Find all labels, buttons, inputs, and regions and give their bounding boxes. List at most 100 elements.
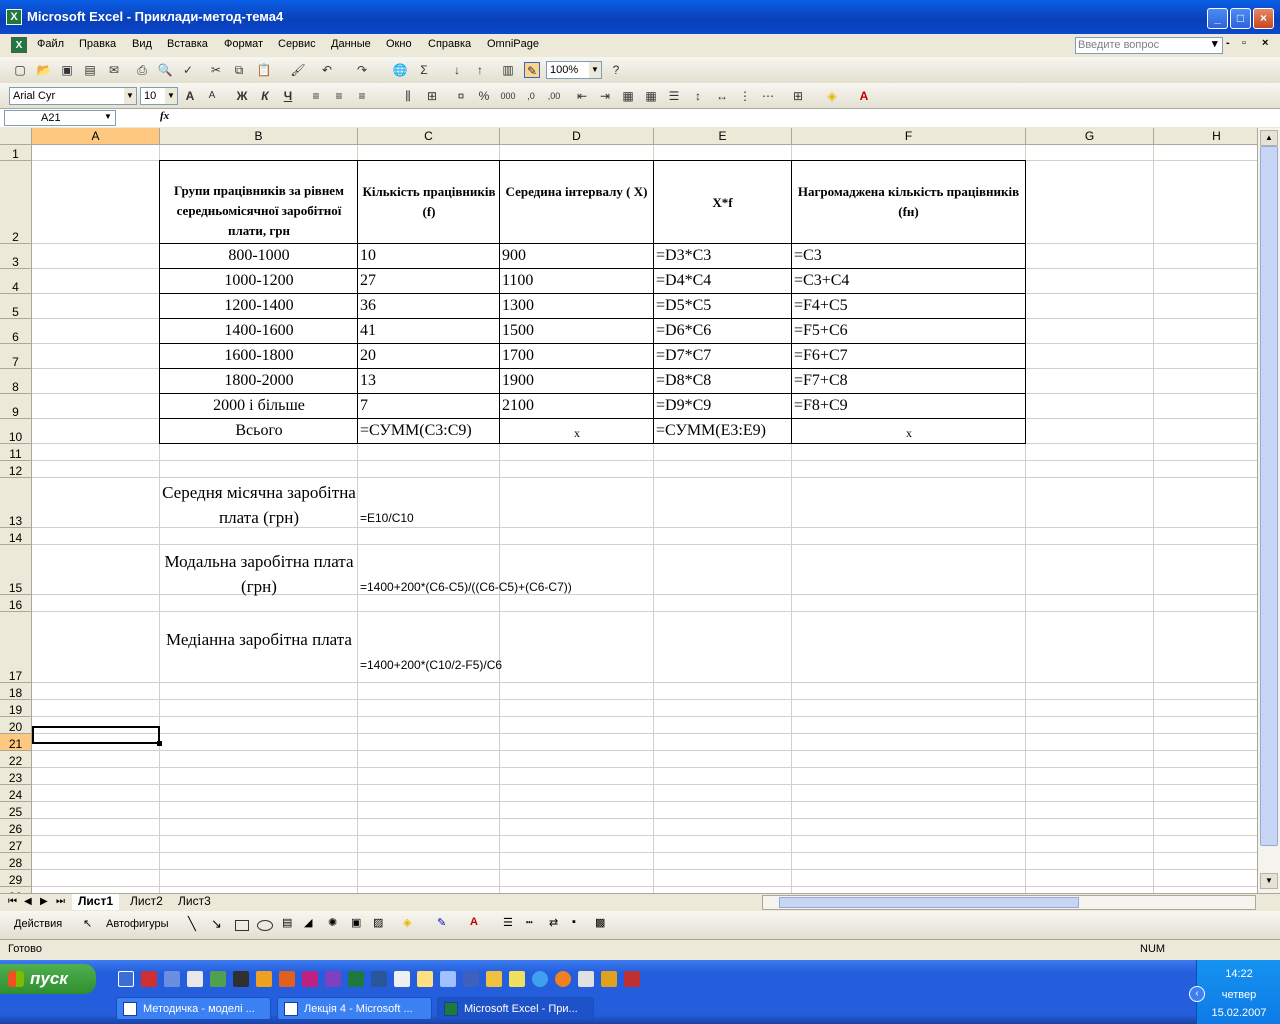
row-header[interactable]: 14 xyxy=(0,528,32,545)
row-header[interactable]: 6 xyxy=(0,319,32,344)
email-icon[interactable]: ✉ xyxy=(106,62,122,78)
doc-minimize-button[interactable]: - xyxy=(1226,37,1230,49)
header-xf[interactable]: X*f xyxy=(654,193,791,213)
quicklaunch-icon[interactable] xyxy=(279,971,295,987)
mode-salary-label[interactable]: Модальна заробітна плата (грн) xyxy=(161,549,357,599)
mean-salary-formula[interactable]: =E10/C10 xyxy=(360,511,414,525)
row-header[interactable]: 24 xyxy=(0,785,32,802)
rows-icon[interactable]: ☰ xyxy=(666,88,682,104)
table-cell[interactable]: 1000-1200 xyxy=(162,272,356,292)
quicklaunch-icon[interactable] xyxy=(233,971,249,987)
sheet-tab-1[interactable]: Лист1 xyxy=(72,894,120,910)
table-icon[interactable]: ▦ xyxy=(620,88,636,104)
font-color-icon[interactable]: A xyxy=(856,88,872,104)
align-left-icon[interactable]: ≡ xyxy=(308,88,324,104)
chevron-down-icon[interactable]: ▼ xyxy=(104,112,112,121)
row-header[interactable]: 11 xyxy=(0,444,32,461)
taskbar-item-lecture[interactable]: Лекція 4 - Microsoft ... xyxy=(277,997,432,1020)
mode-salary-formula[interactable]: =1400+200*(C6-C5)/((C6-C5)+(C6-C7)) xyxy=(360,580,572,594)
sheet-tab-3[interactable]: Лист3 xyxy=(172,894,217,910)
row-header[interactable]: 23 xyxy=(0,768,32,785)
row-header[interactable]: 26 xyxy=(0,819,32,836)
wordart-icon[interactable]: ◢ xyxy=(304,916,312,929)
print-preview-icon[interactable]: 🔍 xyxy=(157,62,173,78)
align-center-icon[interactable]: ≡ xyxy=(331,88,347,104)
table-cell[interactable]: 2000 і більше xyxy=(162,397,356,417)
name-box[interactable]: A21 xyxy=(4,110,116,126)
vertical-scrollbar[interactable]: ▲ ▼ xyxy=(1257,128,1280,893)
row-header[interactable]: 28 xyxy=(0,853,32,870)
table-cell[interactable]: 2100 xyxy=(502,397,652,417)
table-cell[interactable]: 800-1000 xyxy=(162,247,356,267)
excel-icon[interactable]: X xyxy=(6,9,22,25)
quicklaunch-icon[interactable] xyxy=(256,971,272,987)
quicklaunch-icon[interactable] xyxy=(302,971,318,987)
open-icon[interactable]: 📂 xyxy=(36,62,52,78)
prev-sheet-icon[interactable]: ◀ xyxy=(24,896,32,907)
sort-desc-icon[interactable]: ↑ xyxy=(472,62,488,78)
row-header[interactable]: 10 xyxy=(0,419,32,444)
select-all-button[interactable] xyxy=(0,128,32,145)
row-header[interactable]: 9 xyxy=(0,394,32,419)
row-header[interactable]: 13 xyxy=(0,478,32,528)
quicklaunch-icon[interactable] xyxy=(463,971,479,987)
font-select[interactable]: Arial Cyr ▼ xyxy=(9,87,137,105)
header-groups[interactable]: Групи працівників за рівнем середньоміся… xyxy=(161,181,357,241)
quicklaunch-icon[interactable] xyxy=(601,971,617,987)
fill-color-icon[interactable]: ◈ xyxy=(403,916,411,929)
column-header[interactable]: F xyxy=(792,128,1026,145)
sheet-tab-2[interactable]: Лист2 xyxy=(124,894,169,910)
sort-asc-icon[interactable]: ↓ xyxy=(449,62,465,78)
total-cell[interactable]: x xyxy=(502,426,652,446)
new-icon[interactable]: ▢ xyxy=(12,62,28,78)
menu-format[interactable]: Формат xyxy=(224,38,263,50)
quicklaunch-icon[interactable] xyxy=(325,971,341,987)
doc-close-button[interactable]: × xyxy=(1262,37,1268,49)
table-cell[interactable]: =F7+C8 xyxy=(794,372,1024,392)
total-cell[interactable]: Всього xyxy=(162,422,356,442)
row-header[interactable]: 5 xyxy=(0,294,32,319)
maximize-button[interactable]: □ xyxy=(1230,8,1251,29)
table-cell[interactable]: =D9*C9 xyxy=(656,397,790,417)
table-cell[interactable]: 1800-2000 xyxy=(162,372,356,392)
row-header[interactable]: 16 xyxy=(0,595,32,612)
ask-dropdown-icon[interactable]: ▾ xyxy=(1212,37,1218,50)
clipart-icon[interactable]: ▣ xyxy=(351,916,361,929)
header-midpoint[interactable]: Середина інтервалу ( X) xyxy=(500,182,653,202)
menu-data[interactable]: Данные xyxy=(331,38,371,50)
close-button[interactable]: × xyxy=(1253,8,1274,29)
column-header[interactable]: E xyxy=(654,128,792,145)
quicklaunch-icon[interactable] xyxy=(187,971,203,987)
table-cell[interactable]: 41 xyxy=(360,322,498,342)
format-painter-icon[interactable]: 🖌 xyxy=(290,62,306,78)
textbox-icon[interactable]: ▤ xyxy=(282,916,292,929)
row-header[interactable]: 8 xyxy=(0,369,32,394)
row-header[interactable]: 22 xyxy=(0,751,32,768)
menu-tools[interactable]: Сервис xyxy=(278,38,316,50)
table-cell[interactable]: 20 xyxy=(360,347,498,367)
table-cell[interactable]: =F4+C5 xyxy=(794,297,1024,317)
hyperlink-icon[interactable]: 🌐 xyxy=(392,62,408,78)
menu-file[interactable]: Файл xyxy=(37,38,64,50)
line-icon[interactable]: ╲ xyxy=(188,916,196,932)
print-icon[interactable]: ⎙ xyxy=(134,62,150,78)
permission-icon[interactable]: ▤ xyxy=(82,62,98,78)
spelling-icon[interactable]: ✓ xyxy=(180,62,196,78)
merge-center-icon[interactable]: ⊞ xyxy=(424,88,440,104)
clock-time[interactable]: 14:22 xyxy=(1197,968,1280,980)
oval-icon[interactable] xyxy=(257,920,273,931)
table-cell[interactable]: 13 xyxy=(360,372,498,392)
row-header[interactable]: 2 xyxy=(0,161,32,244)
table-cell[interactable]: =F8+C9 xyxy=(794,397,1024,417)
table-cell[interactable]: 1400-1600 xyxy=(162,322,356,342)
taskbar-item-methodichka[interactable]: Методичка - моделі ... xyxy=(116,997,271,1020)
underline-button[interactable]: Ч xyxy=(280,88,296,104)
row-height-icon[interactable]: ↕ xyxy=(690,88,706,104)
col-width-icon[interactable]: ↔ xyxy=(714,88,730,104)
row-header[interactable]: 3 xyxy=(0,244,32,269)
column-header[interactable]: B xyxy=(160,128,358,145)
distribute-cols-icon[interactable]: ⋯ xyxy=(760,88,776,104)
menu-view[interactable]: Вид xyxy=(132,38,152,50)
rectangle-icon[interactable] xyxy=(235,920,249,931)
table-cell[interactable]: 36 xyxy=(360,297,498,317)
